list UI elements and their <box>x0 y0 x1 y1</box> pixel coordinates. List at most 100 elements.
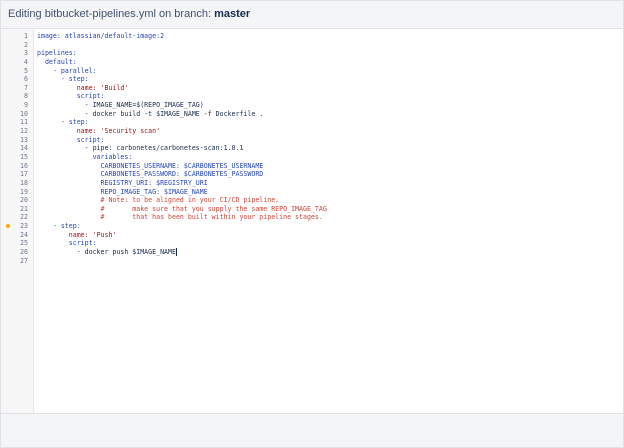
line-number: 7 <box>24 83 28 92</box>
code-text[interactable]: - step: <box>37 222 81 231</box>
code-line[interactable]: 8 script: <box>1 92 623 101</box>
line-number: 4 <box>24 57 28 66</box>
code-line[interactable]: 20 # Note: to be aligned in your CI/CD p… <box>1 196 623 205</box>
code-line[interactable]: 22 # that has been built within your pip… <box>1 213 623 222</box>
code-line[interactable]: 9 - IMAGE_NAME=$(REPO_IMAGE_TAG) <box>1 101 623 110</box>
code-line[interactable]: 18 REGISTRY_URI: $REGISTRY_URI <box>1 179 623 188</box>
code-text[interactable]: script: <box>37 239 97 248</box>
code-text-content: - step: <box>37 75 89 84</box>
code-text-content: # Note: to be aligned in your CI/CD pipe… <box>37 196 280 205</box>
code-line[interactable]: 6 - step: <box>1 75 623 84</box>
code-text[interactable]: REPO_IMAGE_TAG: $IMAGE_NAME <box>37 188 208 197</box>
line-number: 27 <box>20 256 28 265</box>
code-line[interactable]: 1 image: atlassian/default-image:2 <box>1 32 623 41</box>
code-line[interactable]: 26 - docker push $IMAGE_NAME <box>1 248 623 257</box>
line-number: 26 <box>20 248 28 257</box>
code-text[interactable]: REGISTRY_URI: $REGISTRY_URI <box>37 179 208 188</box>
code-text-content: script: <box>37 92 105 101</box>
code-text-content: - docker build -t $IMAGE_NAME -f Dockerf… <box>37 109 264 118</box>
code-text[interactable]: - parallel: <box>37 67 97 76</box>
code-text[interactable]: default: <box>37 58 77 67</box>
code-text[interactable]: - docker build -t $IMAGE_NAME -f Dockerf… <box>37 109 264 119</box>
code-line[interactable]: 7 name: 'Build' <box>1 84 623 93</box>
code-line[interactable]: 27 <box>1 257 623 266</box>
code-line[interactable]: 13 script: <box>1 136 623 145</box>
code-text[interactable]: - step: <box>37 75 89 84</box>
line-number: 25 <box>20 239 28 248</box>
line-number: 13 <box>20 135 28 144</box>
code-text-content: - parallel: <box>37 66 97 75</box>
editor-window: Editing bitbucket-pipelines.yml on branc… <box>0 0 624 448</box>
line-number: 20 <box>20 196 28 205</box>
code-text[interactable]: name: 'Security scan' <box>37 127 160 136</box>
code-line[interactable]: 19 REPO_IMAGE_TAG: $IMAGE_NAME <box>1 188 623 197</box>
code-line[interactable]: 17 CARBONETES_PASSWORD: $CARBONETES_PASS… <box>1 170 623 179</box>
code-text-content: script: <box>37 135 105 144</box>
code-lines[interactable]: 1 image: atlassian/default-image:2 2 3 pipel… <box>1 32 623 265</box>
code-text-content: script: <box>37 239 97 248</box>
code-line[interactable]: 12 name: 'Security scan' <box>1 127 623 136</box>
code-line[interactable]: 10 - docker build -t $IMAGE_NAME -f Dock… <box>1 110 623 119</box>
code-text-content: - pipe: carbonetes/carbonetes-scan:1.0.1 <box>37 144 244 153</box>
code-text-content: - IMAGE_NAME=$(REPO_IMAGE_TAG) <box>37 101 204 110</box>
code-text[interactable]: # that has been built within your pipeli… <box>37 213 323 222</box>
code-editor[interactable]: 1 image: atlassian/default-image:2 2 3 pipel… <box>1 29 623 413</box>
code-text[interactable]: script: <box>37 92 105 101</box>
line-number: 11 <box>20 118 28 127</box>
code-text-content: name: 'Security scan' <box>37 127 161 136</box>
code-line[interactable]: 14 - pipe: carbonetes/carbonetes-scan:1.… <box>1 144 623 153</box>
line-number: 23 <box>20 222 28 231</box>
line-number: 10 <box>20 109 28 118</box>
code-text[interactable]: - IMAGE_NAME=$(REPO_IMAGE_TAG) <box>37 101 204 110</box>
code-text-content: CARBONETES_PASSWORD: $CARBONETES_PASSWOR… <box>37 170 264 179</box>
line-number: 12 <box>20 127 28 136</box>
line-number: 16 <box>20 161 28 170</box>
code-line[interactable]: 16 CARBONETES_USERNAME: $CARBONETES_USER… <box>1 162 623 171</box>
code-text-content: - step: <box>37 118 89 127</box>
code-text[interactable]: - step: <box>37 118 89 127</box>
line-number: 2 <box>24 40 28 49</box>
code-text[interactable]: name: 'Build' <box>37 84 129 93</box>
code-line[interactable]: 11 - step: <box>1 118 623 127</box>
code-line[interactable]: 21 # make sure that you supply the same … <box>1 205 623 214</box>
code-text[interactable]: - docker push $IMAGE_NAME <box>37 248 177 257</box>
code-line[interactable]: 25 script: <box>1 239 623 248</box>
code-line[interactable]: 4 default: <box>1 58 623 67</box>
editor-footer <box>1 413 623 447</box>
code-text-content: CARBONETES_USERNAME: $CARBONETES_USERNAM… <box>37 161 264 170</box>
line-number: 22 <box>20 213 28 222</box>
code-text-content: variables: <box>37 152 133 161</box>
code-line[interactable]: 2 <box>1 41 623 50</box>
code-line[interactable]: 23 - step: <box>1 222 623 231</box>
code-text-content: - docker push $IMAGE_NAME <box>37 248 176 257</box>
code-text-content: image: atlassian/default-image:2 <box>37 32 165 40</box>
code-text[interactable]: # Note: to be aligned in your CI/CD pipe… <box>37 196 280 205</box>
code-text[interactable]: image: atlassian/default-image:2 <box>37 32 164 41</box>
code-text[interactable]: script: <box>37 136 105 145</box>
code-line[interactable]: 5 - parallel: <box>1 67 623 76</box>
code-text-content: # that has been built within your pipeli… <box>37 213 323 222</box>
code-text[interactable]: pipelines: <box>37 49 77 58</box>
branch-name: master <box>214 8 251 20</box>
code-text-content: - step: <box>37 222 81 231</box>
line-number: 1 <box>24 32 28 40</box>
line-number: 15 <box>20 152 28 161</box>
code-text[interactable]: CARBONETES_USERNAME: $CARBONETES_USERNAM… <box>37 161 264 171</box>
code-line[interactable]: 3 pipelines: <box>1 49 623 58</box>
line-number: 17 <box>20 170 28 179</box>
line-number: 18 <box>20 178 28 187</box>
code-text[interactable]: # make sure that you supply the same REP… <box>37 205 327 214</box>
line-number: 3 <box>24 49 28 58</box>
code-text[interactable]: - pipe: carbonetes/carbonetes-scan:1.0.1 <box>37 144 244 153</box>
code-text-content: REGISTRY_URI: $REGISTRY_URI <box>37 178 208 187</box>
code-text[interactable]: name: 'Push' <box>37 230 117 240</box>
code-line[interactable]: 24 name: 'Push' <box>1 231 623 240</box>
line-number: 21 <box>20 204 28 213</box>
code-text[interactable]: variables: <box>37 152 133 162</box>
line-number: 5 <box>24 66 28 75</box>
line-number: 24 <box>20 230 28 239</box>
code-text-content: name: 'Push' <box>37 230 117 239</box>
code-text[interactable]: CARBONETES_PASSWORD: $CARBONETES_PASSWOR… <box>37 170 264 179</box>
editor-header: Editing bitbucket-pipelines.yml on branc… <box>1 1 623 29</box>
code-line[interactable]: 15 variables: <box>1 153 623 162</box>
